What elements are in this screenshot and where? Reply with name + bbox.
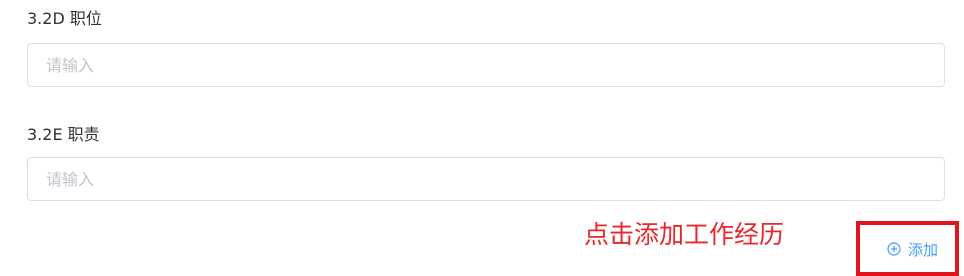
work-experience-form: 3.2D 职位 3.2E 职责 点击添加工作经历 添加 [0,0,964,276]
responsibility-input[interactable] [27,157,945,201]
add-button[interactable]: 添加 [887,238,938,260]
position-label: 3.2D 职位 [27,9,102,28]
position-input[interactable] [27,43,945,87]
add-button-label: 添加 [908,240,939,259]
add-work-experience-hint: 点击添加工作经历 [584,220,785,249]
circle-plus-icon [887,242,901,256]
responsibility-label: 3.2E 职责 [27,125,100,144]
